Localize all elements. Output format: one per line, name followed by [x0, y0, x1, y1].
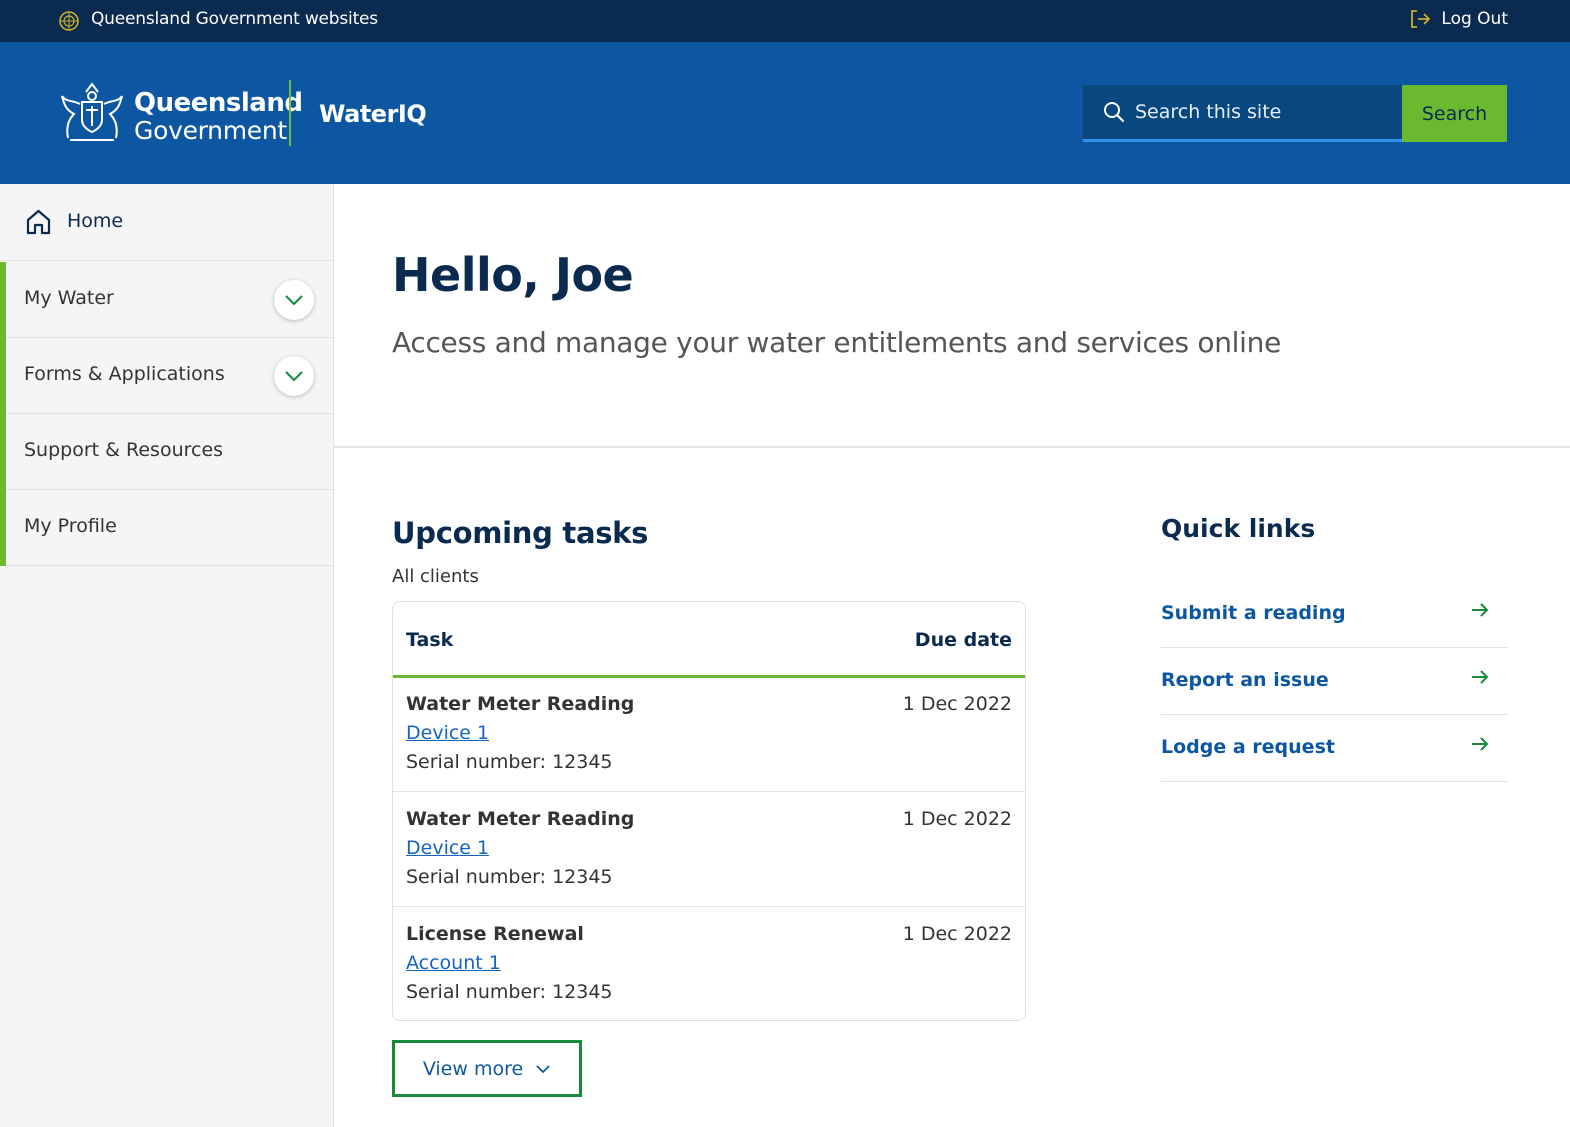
- header-divider: [289, 80, 291, 146]
- search-input[interactable]: [1135, 101, 1395, 123]
- utility-bar: Queensland Government websites Log Out: [0, 0, 1570, 42]
- table-header: Task Due date: [393, 602, 1025, 678]
- sidebar-item-label: Forms & Applications: [24, 363, 225, 385]
- table-row: Water Meter Reading Device 1 Serial numb…: [393, 793, 1025, 907]
- qld-crest-logo[interactable]: [56, 78, 128, 148]
- tasks-filter-label: All clients: [392, 566, 479, 587]
- sidebar-item-home[interactable]: Home: [0, 184, 333, 261]
- sidebar-group: My Water Forms & Applications Support & …: [0, 262, 333, 566]
- search-button[interactable]: Search: [1402, 85, 1507, 142]
- org-line-2: Government: [134, 116, 287, 145]
- section-divider: [334, 446, 1570, 448]
- task-account-link[interactable]: Account 1: [406, 952, 501, 974]
- expand-forms-button[interactable]: [274, 356, 314, 396]
- task-device-link[interactable]: Device 1: [406, 837, 489, 859]
- view-more-label: View more: [422, 1057, 524, 1080]
- arrow-right-icon: [1472, 603, 1489, 617]
- site-search: Search: [1083, 85, 1507, 142]
- task-serial: Serial number: 12345: [406, 866, 613, 888]
- quick-link-label: Lodge a request: [1161, 736, 1335, 758]
- table-row: Water Meter Reading Device 1 Serial numb…: [393, 678, 1025, 792]
- sidebar-item-support-resources[interactable]: Support & Resources: [6, 414, 333, 490]
- chevron-down-icon: [285, 295, 303, 306]
- task-name: Water Meter Reading: [406, 808, 635, 830]
- task-serial: Serial number: 12345: [406, 751, 613, 773]
- task-due-date: 1 Dec 2022: [902, 693, 1012, 715]
- sidebar-item-label: My Profile: [24, 515, 117, 537]
- task-due-date: 1 Dec 2022: [902, 808, 1012, 830]
- arrow-right-icon: [1472, 670, 1489, 684]
- upcoming-tasks-heading: Upcoming tasks: [392, 516, 649, 550]
- quick-link-lodge-request[interactable]: Lodge a request: [1161, 715, 1507, 782]
- tasks-table: Task Due date Water Meter Reading Device…: [392, 601, 1026, 1021]
- qld-websites-link[interactable]: Queensland Government websites: [91, 9, 378, 29]
- task-name: License Renewal: [406, 923, 584, 945]
- quick-links-heading: Quick links: [1161, 514, 1316, 543]
- sidebar-item-my-profile[interactable]: My Profile: [6, 490, 333, 566]
- page-title: Hello, Joe: [392, 248, 634, 302]
- home-icon: [26, 209, 51, 235]
- task-serial: Serial number: 12345: [406, 981, 613, 1003]
- sidebar-item-label: My Water: [24, 287, 114, 309]
- expand-my-water-button[interactable]: [274, 280, 314, 320]
- logout-button[interactable]: Log Out: [1409, 9, 1508, 29]
- column-header-due-date: Due date: [914, 629, 1012, 651]
- sidebar-item-label: Support & Resources: [24, 439, 224, 461]
- quick-link-report-issue[interactable]: Report an issue: [1161, 648, 1507, 715]
- org-line-1: Queensland: [134, 88, 303, 118]
- task-device-link[interactable]: Device 1: [406, 722, 489, 744]
- chevron-down-icon: [285, 371, 303, 382]
- sidebar-item-forms-applications[interactable]: Forms & Applications: [6, 338, 333, 414]
- quick-links-list: Submit a reading Report an issue Lodge a…: [1161, 581, 1507, 782]
- site-header: Queensland Government WaterIQ Search: [0, 42, 1570, 184]
- quick-link-label: Report an issue: [1161, 669, 1329, 691]
- sidebar-item-label: Home: [67, 210, 124, 232]
- sidebar-item-my-water[interactable]: My Water: [6, 262, 333, 338]
- page-subtitle: Access and manage your water entitlement…: [392, 326, 1282, 359]
- search-icon: [1104, 102, 1125, 123]
- table-row: License Renewal Account 1 Serial number:…: [393, 908, 1025, 1022]
- app-name[interactable]: WaterIQ: [319, 100, 427, 128]
- quick-link-label: Submit a reading: [1161, 602, 1346, 624]
- qld-government-wordmark: Queensland Government: [134, 88, 303, 145]
- view-more-button[interactable]: View more: [392, 1040, 582, 1097]
- sidebar-nav: Home My Water Forms & Applications Suppo…: [0, 184, 334, 1127]
- task-name: Water Meter Reading: [406, 693, 635, 715]
- search-field[interactable]: [1083, 85, 1402, 142]
- task-due-date: 1 Dec 2022: [902, 923, 1012, 945]
- globe-icon: [59, 11, 79, 31]
- column-header-task: Task: [406, 629, 454, 651]
- logout-icon: [1411, 10, 1431, 28]
- arrow-right-icon: [1472, 737, 1489, 751]
- chevron-down-icon: [536, 1064, 550, 1073]
- logout-label: Log Out: [1441, 9, 1508, 29]
- quick-link-submit-reading[interactable]: Submit a reading: [1161, 581, 1507, 648]
